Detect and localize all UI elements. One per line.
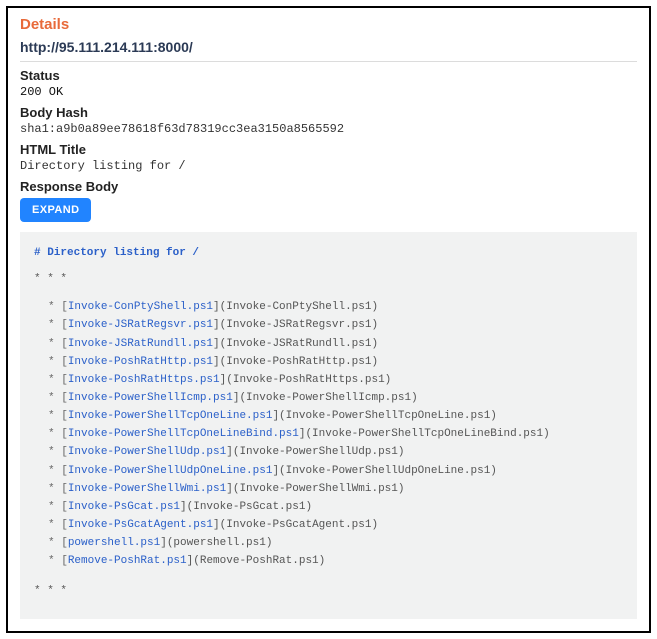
- details-title: Details: [20, 16, 637, 33]
- list-item: * [Invoke-PsGcat.ps1](Invoke-PsGcat.ps1): [48, 498, 623, 516]
- file-target: ](Invoke-PowerShellUdp.ps1): [226, 446, 404, 458]
- expand-button[interactable]: EXPAND: [20, 198, 91, 222]
- file-link[interactable]: Invoke-PsGcatAgent.ps1: [68, 519, 213, 531]
- bullet: * [: [48, 537, 68, 549]
- file-link[interactable]: Invoke-JSRatRegsvr.ps1: [68, 319, 213, 331]
- bullet: * [: [48, 319, 68, 331]
- file-target: ](Invoke-PoshRatHttps.ps1): [220, 374, 392, 386]
- bullet: * [: [48, 301, 68, 313]
- bullet: * [: [48, 483, 68, 495]
- bullet: * [: [48, 410, 68, 422]
- status-label: Status: [20, 68, 637, 83]
- list-item: * [Invoke-JSRatRegsvr.ps1](Invoke-JSRatR…: [48, 316, 623, 334]
- status-value: 200 OK: [20, 85, 637, 99]
- list-item: * [powershell.ps1](powershell.ps1): [48, 534, 623, 552]
- file-link[interactable]: Invoke-PoshRatHttp.ps1: [68, 356, 213, 368]
- file-link[interactable]: Invoke-PowerShellTcpOneLine.ps1: [68, 410, 273, 422]
- file-target: ](Remove-PoshRat.ps1): [187, 555, 326, 567]
- file-link[interactable]: Invoke-ConPtyShell.ps1: [68, 301, 213, 313]
- file-target: ](Invoke-JSRatRegsvr.ps1): [213, 319, 378, 331]
- bullet: * [: [48, 555, 68, 567]
- bullet: * [: [48, 374, 68, 386]
- listing-heading: # Directory listing for /: [34, 244, 623, 262]
- details-panel: Details http://95.111.214.111:8000/ Stat…: [6, 6, 651, 633]
- file-link[interactable]: Invoke-PowerShellIcmp.ps1: [68, 392, 233, 404]
- bullet: * [: [48, 338, 68, 350]
- bullet: * [: [48, 501, 68, 513]
- divider: [20, 61, 637, 62]
- body-hash-value: sha1:a9b0a89ee78618f63d78319cc3ea3150a85…: [20, 122, 637, 136]
- list-item: * [Invoke-PsGcatAgent.ps1](Invoke-PsGcat…: [48, 516, 623, 534]
- file-link[interactable]: Invoke-PowerShellTcpOneLineBind.ps1: [68, 428, 299, 440]
- html-title-label: HTML Title: [20, 142, 637, 157]
- file-target: ](Invoke-PowerShellWmi.ps1): [226, 483, 404, 495]
- file-link[interactable]: Invoke-JSRatRundll.ps1: [68, 338, 213, 350]
- list-item: * [Invoke-JSRatRundll.ps1](Invoke-JSRatR…: [48, 335, 623, 353]
- html-title-value: Directory listing for /: [20, 159, 637, 173]
- file-link[interactable]: powershell.ps1: [68, 537, 160, 549]
- file-link[interactable]: Invoke-PoshRatHttps.ps1: [68, 374, 220, 386]
- file-target: ](Invoke-ConPtyShell.ps1): [213, 301, 378, 313]
- directory-listing: * [Invoke-ConPtyShell.ps1](Invoke-ConPty…: [34, 298, 623, 570]
- file-target: ](Invoke-PsGcatAgent.ps1): [213, 519, 378, 531]
- bullet: * [: [48, 519, 68, 531]
- body-hash-label: Body Hash: [20, 105, 637, 120]
- listing-separator-top: * * *: [34, 270, 623, 288]
- bullet: * [: [48, 428, 68, 440]
- file-target: ](Invoke-JSRatRundll.ps1): [213, 338, 378, 350]
- details-url: http://95.111.214.111:8000/: [20, 39, 637, 55]
- response-body-label: Response Body: [20, 179, 637, 194]
- response-body-code: # Directory listing for / * * * * [Invok…: [20, 232, 637, 619]
- file-target: ](Invoke-PowerShellIcmp.ps1): [233, 392, 418, 404]
- list-item: * [Invoke-PowerShellTcpOneLine.ps1](Invo…: [48, 407, 623, 425]
- file-link[interactable]: Invoke-PowerShellUdp.ps1: [68, 446, 226, 458]
- bullet: * [: [48, 465, 68, 477]
- list-item: * [Remove-PoshRat.ps1](Remove-PoshRat.ps…: [48, 552, 623, 570]
- list-item: * [Invoke-PowerShellWmi.ps1](Invoke-Powe…: [48, 480, 623, 498]
- list-item: * [Invoke-PoshRatHttp.ps1](Invoke-PoshRa…: [48, 353, 623, 371]
- file-link[interactable]: Remove-PoshRat.ps1: [68, 555, 187, 567]
- file-link[interactable]: Invoke-PsGcat.ps1: [68, 501, 180, 513]
- listing-separator-bottom: * * *: [34, 582, 623, 600]
- list-item: * [Invoke-ConPtyShell.ps1](Invoke-ConPty…: [48, 298, 623, 316]
- list-item: * [Invoke-PowerShellUdp.ps1](Invoke-Powe…: [48, 443, 623, 461]
- bullet: * [: [48, 446, 68, 458]
- file-target: ](Invoke-PowerShellUdpOneLine.ps1): [272, 465, 496, 477]
- bullet: * [: [48, 392, 68, 404]
- file-link[interactable]: Invoke-PowerShellUdpOneLine.ps1: [68, 465, 273, 477]
- file-target: ](Invoke-PowerShellTcpOneLineBind.ps1): [299, 428, 550, 440]
- file-target: ](Invoke-PowerShellTcpOneLine.ps1): [272, 410, 496, 422]
- list-item: * [Invoke-PowerShellUdpOneLine.ps1](Invo…: [48, 462, 623, 480]
- list-item: * [Invoke-PoshRatHttps.ps1](Invoke-PoshR…: [48, 371, 623, 389]
- file-target: ](Invoke-PsGcat.ps1): [180, 501, 312, 513]
- bullet: * [: [48, 356, 68, 368]
- list-item: * [Invoke-PowerShellTcpOneLineBind.ps1](…: [48, 425, 623, 443]
- file-target: ](powershell.ps1): [160, 537, 272, 549]
- file-target: ](Invoke-PoshRatHttp.ps1): [213, 356, 378, 368]
- list-item: * [Invoke-PowerShellIcmp.ps1](Invoke-Pow…: [48, 389, 623, 407]
- file-link[interactable]: Invoke-PowerShellWmi.ps1: [68, 483, 226, 495]
